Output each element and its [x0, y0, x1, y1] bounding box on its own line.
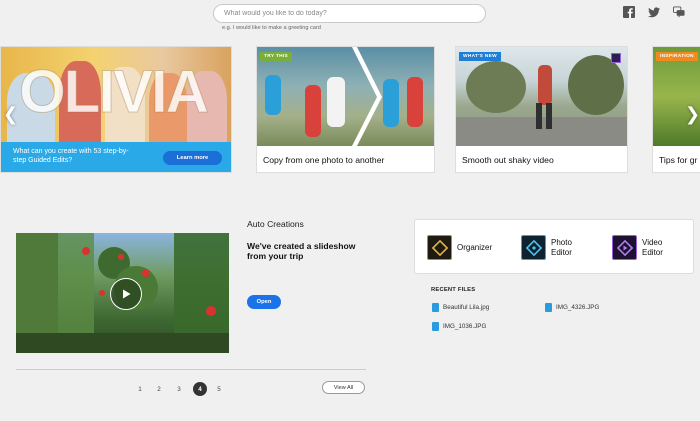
- video-editor-icon: [612, 235, 637, 260]
- hero-text: What can you create with 53 step-by-step…: [13, 148, 129, 164]
- search-input[interactable]: [213, 4, 486, 23]
- app-label: Organizer: [457, 242, 493, 252]
- card-tag: WHAT'S NEW: [459, 52, 501, 61]
- page-1[interactable]: 1: [134, 383, 146, 395]
- card-title: Smooth out shaky video: [462, 155, 554, 165]
- page-5[interactable]: 5: [213, 383, 225, 395]
- hero-image: OLIVIA: [1, 47, 231, 143]
- feedback-icon[interactable]: [673, 6, 685, 18]
- recent-file[interactable]: Beautiful Lila.jpg: [432, 303, 489, 312]
- card-title: Copy from one photo to another: [263, 155, 385, 165]
- carousel-prev-icon[interactable]: ❮: [3, 104, 18, 125]
- auto-creations-heading: Auto Creations: [247, 219, 304, 229]
- learn-more-button[interactable]: Learn more: [163, 151, 222, 165]
- page-3[interactable]: 3: [173, 383, 185, 395]
- image-file-icon: [545, 303, 552, 312]
- photo-editor-icon: [521, 235, 546, 260]
- open-button[interactable]: Open: [247, 295, 281, 309]
- video-editor-badge-icon: [611, 53, 621, 63]
- card-copy-photo[interactable]: TRY THIS Copy from one photo to another: [256, 46, 435, 173]
- hero-name-art: OLIVIA: [18, 58, 209, 126]
- facebook-icon[interactable]: [623, 6, 635, 18]
- recent-file[interactable]: IMG_1036.JPG: [432, 322, 486, 331]
- page-4[interactable]: 4: [193, 382, 207, 396]
- card-tag: TRY THIS: [260, 52, 292, 61]
- app-label: Photo Editor: [551, 238, 572, 257]
- carousel-next-icon[interactable]: ❯: [685, 104, 700, 125]
- image-file-icon: [432, 322, 439, 331]
- featured-carousel: OLIVIA What can you create with 53 step-…: [0, 46, 700, 174]
- play-icon[interactable]: [110, 278, 142, 310]
- card-title: Tips for gr: [659, 155, 698, 165]
- twitter-icon[interactable]: [648, 6, 660, 18]
- card-shaky-video[interactable]: WHAT'S NEW Smooth out shaky video: [455, 46, 628, 173]
- photo-editor-app[interactable]: Photo Editor: [521, 235, 572, 260]
- view-all-button[interactable]: View All: [322, 381, 365, 394]
- slideshow-preview[interactable]: [16, 233, 229, 353]
- card-image: [456, 47, 627, 146]
- card-tag: INSPIRATION: [656, 52, 698, 61]
- card-image: [257, 47, 434, 146]
- page-2[interactable]: 2: [153, 383, 165, 395]
- guided-edits-card[interactable]: OLIVIA What can you create with 53 step-…: [0, 46, 232, 173]
- card-image: [653, 47, 700, 146]
- video-editor-app[interactable]: Video Editor: [612, 235, 663, 260]
- search-hint: e.g. I would like to make a greeting car…: [222, 25, 321, 31]
- auto-creations-text: We've created a slideshow from your trip: [247, 241, 356, 262]
- app-label: Video Editor: [642, 238, 663, 257]
- image-file-icon: [432, 303, 439, 312]
- recent-files-heading: RECENT FILES: [431, 287, 476, 293]
- organizer-icon: [427, 235, 452, 260]
- divider: [16, 369, 366, 370]
- recent-file[interactable]: IMG_4326.JPG: [545, 303, 599, 312]
- organizer-app[interactable]: Organizer: [427, 235, 492, 260]
- apps-panel: Organizer Photo Editor Video Editor: [414, 219, 694, 274]
